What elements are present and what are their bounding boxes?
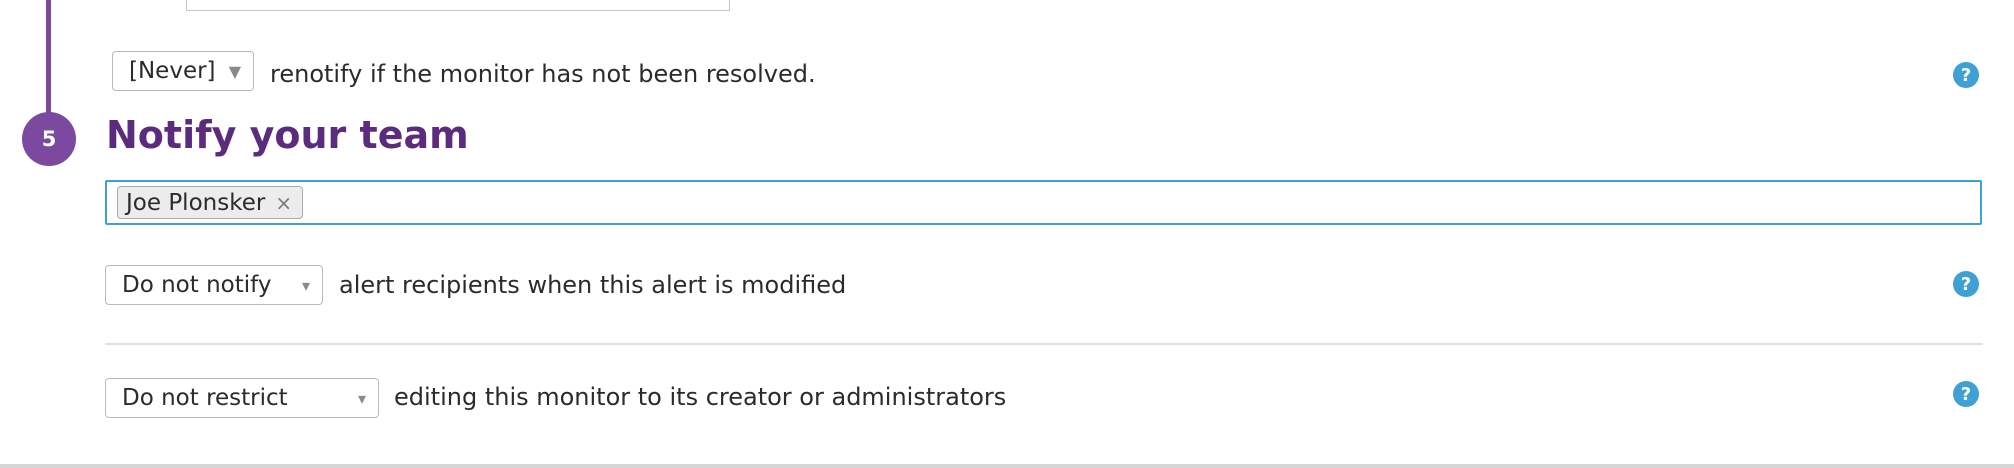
renotify-interval-select[interactable]: [Never] ▼ bbox=[112, 51, 254, 91]
help-icon[interactable]: ? bbox=[1953, 381, 1979, 407]
modify-notify-select-value: Do not notify bbox=[122, 272, 272, 298]
renotify-select-value: [Never] bbox=[129, 58, 216, 84]
remove-recipient-icon[interactable]: × bbox=[275, 191, 292, 215]
page-bottom-border bbox=[0, 464, 2014, 468]
help-icon[interactable]: ? bbox=[1953, 271, 1979, 297]
step-timeline-line bbox=[46, 0, 51, 118]
modify-notify-label: alert recipients when this alert is modi… bbox=[339, 271, 847, 299]
section-title: Notify your team bbox=[106, 113, 469, 157]
caret-down-icon: ▾ bbox=[301, 275, 310, 295]
recipient-tag: Joe Plonsker × bbox=[117, 186, 304, 219]
modify-notify-select[interactable]: Do not notify ▾ bbox=[105, 265, 323, 305]
step-number-badge: 5 bbox=[22, 112, 76, 166]
previous-text-input[interactable] bbox=[186, 0, 730, 11]
restrict-select-value: Do not restrict bbox=[122, 385, 288, 411]
caret-down-icon: ▾ bbox=[357, 388, 366, 408]
recipients-input[interactable]: Joe Plonsker × bbox=[105, 180, 1982, 225]
renotify-label: renotify if the monitor has not been res… bbox=[270, 60, 816, 88]
recipient-tag-label: Joe Plonsker bbox=[126, 189, 266, 216]
help-icon[interactable]: ? bbox=[1953, 62, 1979, 88]
chevron-down-icon: ▼ bbox=[228, 61, 241, 81]
restrict-editing-select[interactable]: Do not restrict ▾ bbox=[105, 378, 379, 418]
restrict-editing-label: editing this monitor to its creator or a… bbox=[394, 383, 1007, 411]
section-divider bbox=[105, 343, 1983, 345]
